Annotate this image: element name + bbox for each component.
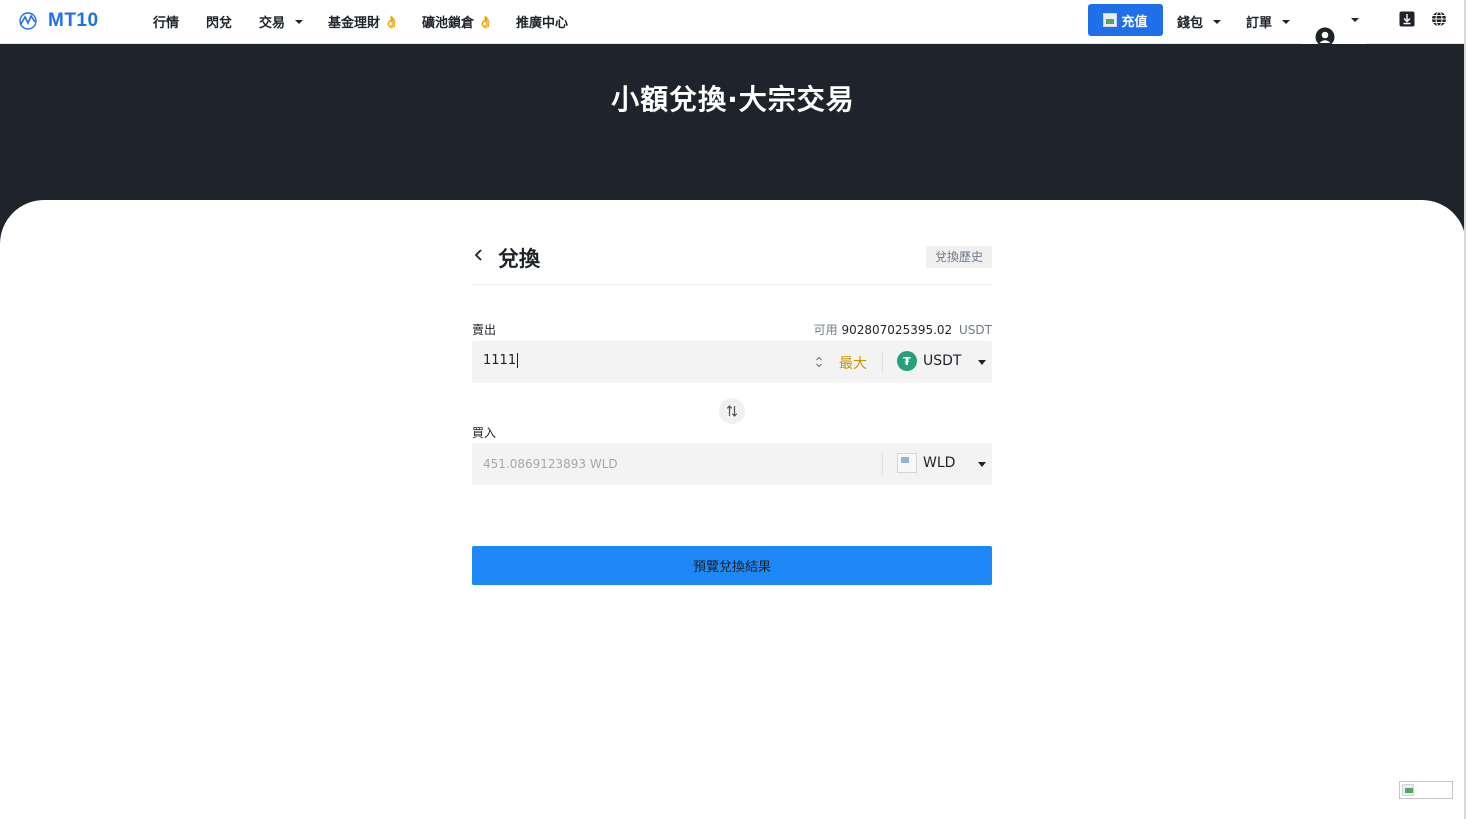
nav-item-fund[interactable]: 基金理財 👌 [328,12,399,32]
deposit-icon [1103,13,1118,27]
text-cursor [517,353,519,368]
ok-hand-icon: 👌 [384,14,399,29]
logo[interactable]: MT10 [18,10,99,32]
chevron-down-icon [295,19,304,24]
brand-name: MT10 [48,10,99,31]
preview-exchange-button[interactable]: 預覽兌換結果 [472,546,992,585]
buy-label: 買入 [472,426,497,440]
nav-item-label: 交易 [259,16,286,31]
nav-item-mining[interactable]: 礦池鎖倉 👌 [422,12,493,32]
nav-item-referral[interactable]: 推廣中心 [516,12,568,31]
ok-hand-icon: 👌 [478,14,493,29]
sell-label: 賣出 [472,323,497,337]
content-panel [0,200,1466,819]
max-button[interactable]: 最大 [839,353,867,373]
available-balance: 可用 902807025395.02 USDT [814,321,992,338]
download-icon[interactable] [1399,11,1415,27]
buy-coin-select[interactable]: WLD [897,453,955,473]
hero-title: 小額兌換·大宗交易 [611,83,855,116]
top-nav: MT10 行情 閃兌 交易 基金理財 👌 礦池鎖倉 👌 推廣中心 充值 錢包 訂單 [0,0,1466,44]
deposit-button[interactable]: 充值 [1088,4,1163,36]
sell-amount-value: 1111 [483,353,517,368]
wallet-label: 錢包 [1177,16,1204,31]
nav-item-market[interactable]: 行情 [153,12,179,31]
orders-label: 訂單 [1246,16,1273,31]
page-title: 兌換 [498,247,540,271]
number-stepper-icon[interactable] [815,355,823,369]
nav-item-label: 行情 [153,16,180,31]
nav-item-label: 基金理財 [328,16,381,31]
buy-amount-field[interactable]: 451.0869123893 WLD WLD [472,443,992,485]
available-amount: 902807025395.02 [841,323,953,337]
available-prefix: 可用 [813,323,838,337]
chevron-down-icon [1282,19,1291,24]
broken-image-icon [1402,784,1414,796]
chevron-left-icon[interactable] [472,248,486,262]
exchange-card: 兌換 兌換歷史 賣出 可用 902807025395.02 USDT 1111 … [472,240,992,585]
swap-arrows-icon [726,405,738,417]
exchange-history-button[interactable]: 兌換歷史 [925,246,992,268]
card-header: 兌換 兌換歷史 [472,240,992,285]
wave-logo-icon [19,12,37,30]
available-unit: USDT [959,323,992,337]
sell-coin-label: USDT [923,353,962,369]
floating-widget[interactable] [1399,781,1453,799]
sell-coin-select[interactable]: ₮ USDT [897,351,961,371]
swap-direction-button[interactable] [719,398,745,424]
divider [882,351,883,373]
caret-down-icon[interactable] [978,360,986,365]
nav-item-label: 閃兌 [206,16,233,31]
chevron-down-icon [1213,19,1222,24]
nav-orders[interactable]: 訂單 [1246,12,1291,31]
buy-coin-label: WLD [923,455,956,471]
nav-wallet[interactable]: 錢包 [1177,12,1222,31]
usdt-coin-icon: ₮ [897,351,917,371]
chevron-down-icon[interactable] [1351,18,1359,22]
user-menu[interactable] [1301,0,1365,47]
nav-item-trade[interactable]: 交易 [259,12,304,31]
nav-item-label: 推廣中心 [516,16,569,31]
wld-coin-icon [897,453,917,473]
nav-item-label: 礦池鎖倉 [422,16,475,31]
deposit-label: 充值 [1121,14,1148,30]
sell-amount-field[interactable]: 1111 最大 ₮ USDT [472,341,992,383]
sell-amount-input[interactable]: 1111 [483,353,519,368]
buy-amount-input[interactable]: 451.0869123893 WLD [483,457,618,471]
nav-item-flash-swap[interactable]: 閃兌 [206,12,232,31]
globe-icon[interactable] [1431,11,1447,27]
caret-down-icon[interactable] [978,462,986,467]
divider [882,453,883,475]
